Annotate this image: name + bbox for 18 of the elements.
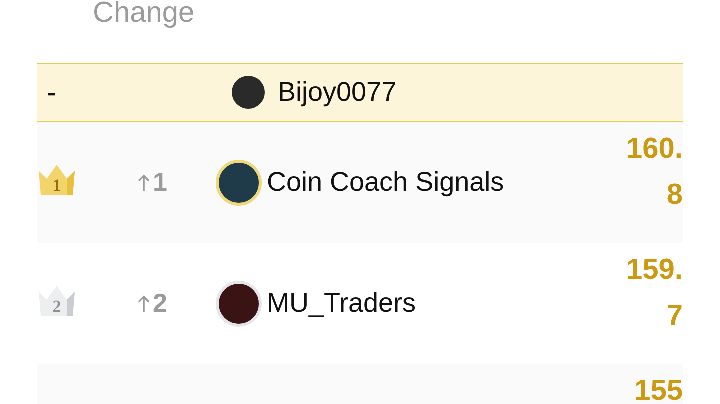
leaderboard-row[interactable]: 1 1 Coin Coach Signals 160.8	[37, 122, 683, 243]
rank-text: -	[46, 76, 58, 108]
avatar	[232, 76, 265, 109]
crown-icon: 2	[37, 284, 77, 318]
user-name: Bijoy0077	[278, 77, 397, 108]
crown-icon: 1	[37, 163, 77, 197]
column-header: Change	[93, 0, 195, 30]
rank-change: 2	[153, 288, 168, 319]
score-value: 155	[634, 374, 683, 404]
avatar	[216, 160, 262, 206]
score-value: 160.8	[626, 132, 683, 213]
up-arrow-icon	[138, 294, 150, 312]
user-name: MU_Traders	[267, 288, 416, 319]
rank-change: 1	[153, 167, 168, 198]
score-value: 159.7	[626, 253, 683, 334]
up-arrow-icon	[138, 174, 150, 192]
user-name: Coin Coach Signals	[267, 167, 504, 198]
avatar	[216, 280, 262, 326]
